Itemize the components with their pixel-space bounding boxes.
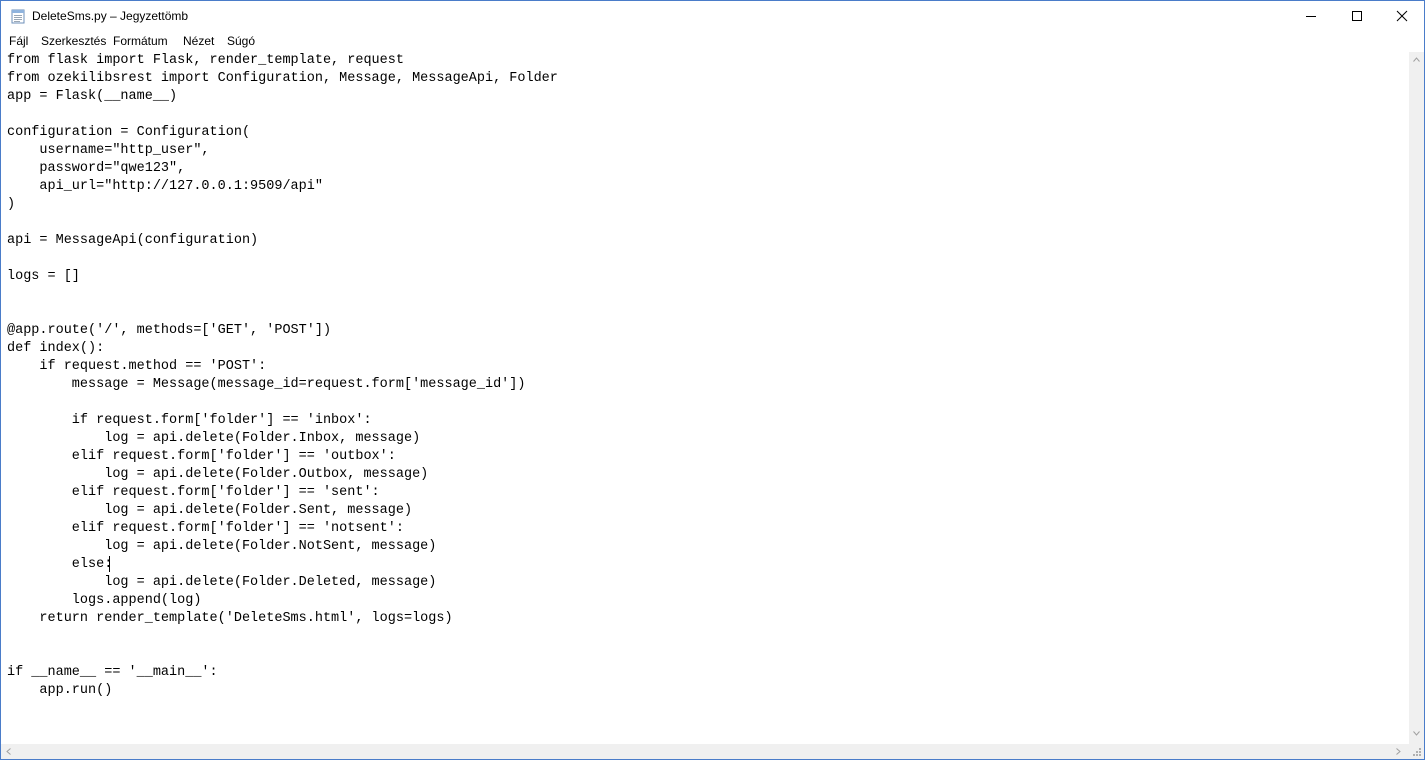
notepad-icon[interactable] [11,9,25,24]
code-line: else: [7,557,113,572]
scroll-down-arrow-icon[interactable] [1413,731,1420,736]
code-line: elif request.form['folder'] == 'outbox': [7,449,396,464]
notepad-window: DeleteSms.py – Jegyzettömb Fájl Szerkesz… [0,0,1425,760]
minimize-button[interactable] [1288,1,1334,32]
code-line: if __name__ == '__main__': [7,665,218,680]
scroll-right-arrow-icon[interactable] [1396,748,1401,755]
text-editor-area[interactable]: from flask import Flask, render_template… [1,52,1409,744]
code-line: @app.route('/', methods=['GET', 'POST']) [7,323,332,338]
text-caret [109,556,110,572]
code-line: if request.method == 'POST': [7,359,267,374]
code-line: elif request.form['folder'] == 'notsent'… [7,521,404,536]
code-line: return render_template('DeleteSms.html',… [7,611,453,626]
code-line: def index(): [7,341,105,356]
resize-grip-icon [1413,748,1421,756]
code-line: app.run() [7,683,113,698]
minimize-icon [1306,16,1316,17]
scroll-left-arrow-icon[interactable] [6,748,11,755]
menu-file[interactable]: Fájl [9,34,28,49]
code-line: log = api.delete(Folder.NotSent, message… [7,539,437,554]
code-line: logs.append(log) [7,593,202,608]
maximize-icon [1352,11,1362,21]
code-text: from flask import Flask, render_template… [7,52,558,700]
code-line: log = api.delete(Folder.Inbox, message) [7,431,421,446]
code-line: if request.form['folder'] == 'inbox': [7,413,372,428]
menu-view[interactable]: Nézet [183,34,214,49]
menu-format[interactable]: Formátum [113,34,168,49]
code-line: log = api.delete(Folder.Deleted, message… [7,575,437,590]
code-line: api = MessageApi(configuration) [7,233,259,248]
code-line: password="qwe123", [7,161,186,176]
title-bar[interactable]: DeleteSms.py – Jegyzettömb [1,1,1424,32]
code-line: api_url="http://127.0.0.1:9509/api" [7,179,323,194]
code-line: log = api.delete(Folder.Sent, message) [7,503,413,518]
code-line: logs = [] [7,269,80,284]
horizontal-scrollbar[interactable] [1,744,1409,759]
code-line: ) [7,197,16,212]
code-line: username="http_user", [7,143,210,158]
code-line: log = api.delete(Folder.Outbox, message) [7,467,429,482]
scroll-up-arrow-icon[interactable] [1413,57,1420,62]
maximize-button[interactable] [1334,1,1380,32]
window-title: DeleteSms.py – Jegyzettömb [32,9,189,23]
code-line: configuration = Configuration( [7,125,251,140]
menu-edit[interactable]: Szerkesztés [41,34,106,49]
menu-help[interactable]: Súgó [227,34,255,49]
code-line: message = Message(message_id=request.for… [7,377,526,392]
resize-grip[interactable] [1409,744,1424,759]
vertical-scrollbar[interactable] [1409,52,1424,744]
close-icon [1396,10,1408,22]
code-line: from flask import Flask, render_template… [7,53,404,68]
menu-bar: Fájl Szerkesztés Formátum Nézet Súgó [1,32,1424,51]
code-line: elif request.form['folder'] == 'sent': [7,485,380,500]
code-line: app = Flask(__name__) [7,89,178,104]
code-line: from ozekilibsrest import Configuration,… [7,71,558,86]
close-button[interactable] [1379,1,1424,32]
